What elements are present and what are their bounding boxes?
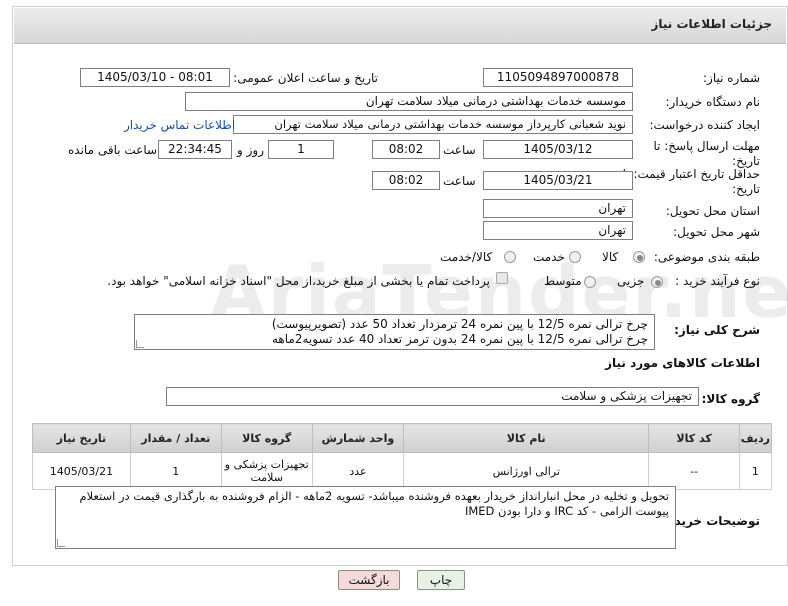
- goods-table-header: ردیف کد کالا نام کالا واحد شمارش گروه کا…: [32, 423, 773, 453]
- cell-group: تجهیزات پزشکی و سلامت: [220, 452, 313, 490]
- category-label: طبقه بندی موضوعی:: [653, 250, 760, 264]
- goods-group-label: گروه کالا:: [701, 392, 760, 406]
- goods-section-title: اطلاعات کالاهای مورد نیاز: [605, 356, 760, 370]
- process-option-minor: جزیی: [617, 274, 645, 288]
- description-line-2: چرخ ترالی نمره 12/5 با پین نمره 24 بدون …: [271, 332, 648, 346]
- page-title: جزئیات اطلاعات نیاز: [651, 17, 772, 31]
- process-option-medium: متوسط: [544, 274, 582, 288]
- process-radio-medium[interactable]: [584, 276, 596, 288]
- cell-qty: 1: [129, 452, 222, 490]
- goods-table-wrapper: ردیف کد کالا نام کالا واحد شمارش گروه کا…: [32, 423, 773, 490]
- validity-time-label: ساعت: [443, 174, 476, 188]
- col-name: نام کالا: [403, 423, 650, 453]
- payment-note: پرداخت تمام یا بخشی از مبلغ خرید،از محل …: [107, 274, 490, 288]
- deadline-time-label: ساعت: [443, 143, 476, 157]
- province-label: استان محل تحویل:: [665, 204, 760, 218]
- buyer-org-field: موسسه خدمات بهداشتی درمانی میلاد سلامت ت…: [185, 92, 633, 111]
- col-qty: تعداد / مقدار: [129, 423, 222, 453]
- goods-group-field: تجهیزات پزشکی و سلامت: [166, 387, 699, 406]
- need-number-field: 1105094897000878: [483, 68, 633, 87]
- contact-buyer-link[interactable]: اطلاعات تماس خریدار: [124, 118, 235, 132]
- category-radio-both[interactable]: [504, 251, 516, 263]
- col-date: تاریخ نیاز: [32, 423, 131, 453]
- days-label: روز و: [237, 143, 264, 157]
- buyer-org-label: نام دستگاه خریدار:: [665, 95, 761, 109]
- city-field: تهران: [483, 221, 633, 240]
- category-option-both: کالا/خدمت: [440, 250, 493, 264]
- buyer-notes-line-1: تحویل و تخلیه در محل انبارانداز خریدار ب…: [79, 489, 669, 503]
- buyer-notes-line-2: پیوست الزامی - کد IRC و دارا بودن IMED: [464, 504, 669, 518]
- deadline-date-field: 1405/03/12: [483, 140, 633, 159]
- requester-label: ایجاد کننده درخواست:: [649, 118, 760, 132]
- announce-label: تاریخ و ساعت اعلان عمومی:: [233, 71, 378, 85]
- need-number-label: شماره نیاز:: [703, 71, 760, 85]
- category-radio-goods[interactable]: [633, 251, 645, 263]
- category-option-service: خدمت: [533, 250, 565, 264]
- panel-header: جزئیات اطلاعات نیاز: [14, 8, 786, 44]
- cell-code: --: [648, 452, 740, 490]
- cell-unit: عدد: [311, 452, 405, 490]
- print-button[interactable]: چاپ: [417, 570, 465, 590]
- description-textarea: چرخ ترالی نمره 12/5 با پین نمره 24 ترمزد…: [134, 314, 655, 350]
- resize-grip-icon[interactable]: [136, 340, 144, 348]
- announce-field: 1405/03/10 - 08:01: [80, 68, 230, 87]
- category-option-goods: کالا: [602, 250, 619, 264]
- col-row: ردیف: [738, 423, 773, 453]
- col-code: کد کالا: [648, 423, 740, 453]
- requester-field: نوید شعبانی کارپرداز موسسه خدمات بهداشتی…: [233, 115, 633, 134]
- validity-label: حداقل تاریخ اعتبار قیمت: تا تاریخ:: [622, 167, 760, 196]
- buyer-notes-textarea: تحویل و تخلیه در محل انبارانداز خریدار ب…: [55, 486, 676, 549]
- goods-table: ردیف کد کالا نام کالا واحد شمارش گروه کا…: [32, 423, 773, 490]
- cell-date: 1405/03/21: [32, 452, 131, 490]
- deadline-label: مهلت ارسال پاسخ: تا تاریخ:: [653, 139, 760, 168]
- description-label: شرح کلی نیاز:: [674, 323, 760, 337]
- description-line-1: چرخ ترالی نمره 12/5 با پین نمره 24 ترمزد…: [271, 317, 648, 331]
- category-radio-service[interactable]: [569, 251, 581, 263]
- col-unit: واحد شمارش: [311, 423, 405, 453]
- deadline-time-field: 08:02: [372, 140, 440, 159]
- validity-date-field: 1405/03/21: [483, 171, 633, 190]
- process-label: نوع فرآیند خرید :: [675, 274, 760, 288]
- back-button[interactable]: بازگشت: [338, 570, 400, 590]
- treasury-checkbox[interactable]: [496, 272, 508, 284]
- days-field: 1: [268, 140, 334, 159]
- table-row[interactable]: 1 -- ترالی اورژانس عدد تجهیزات پزشکی و س…: [32, 452, 773, 490]
- cell-name: ترالی اورژانس: [403, 452, 650, 490]
- province-field: تهران: [483, 199, 633, 218]
- remaining-label: ساعت باقی مانده: [68, 143, 158, 157]
- col-group: گروه کالا: [220, 423, 313, 453]
- process-radio-minor[interactable]: [651, 276, 663, 288]
- validity-time-field: 08:02: [372, 171, 440, 190]
- remaining-time-field: 22:34:45: [158, 140, 232, 159]
- cell-row: 1: [738, 452, 773, 490]
- city-label: شهر محل تحویل:: [673, 225, 760, 239]
- resize-grip-icon[interactable]: [57, 539, 65, 547]
